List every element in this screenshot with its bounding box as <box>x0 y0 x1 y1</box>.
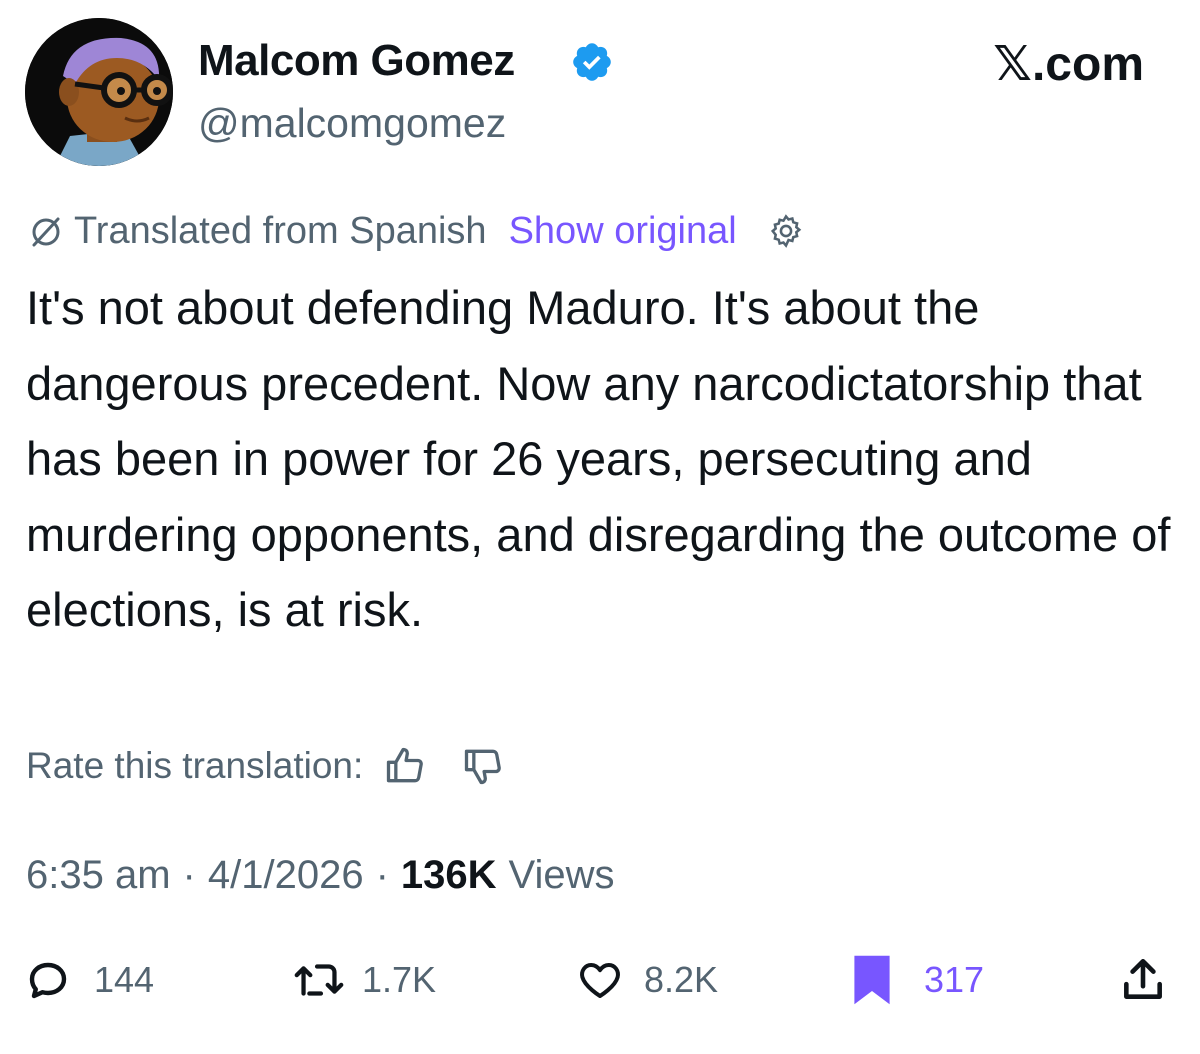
share-button[interactable] <box>1118 950 1168 1010</box>
gear-icon[interactable] <box>767 212 805 250</box>
tweet-time[interactable]: 6:35 am <box>26 853 171 898</box>
repost-count: 1.7K <box>362 959 437 1000</box>
repost-icon <box>294 964 344 996</box>
thumbs-up-icon[interactable] <box>383 744 427 788</box>
like-icon <box>580 963 620 998</box>
brand-watermark: 𝕏.com <box>993 38 1144 91</box>
translation-bar: Translated from Spanish Show original <box>26 206 805 256</box>
action-bar: 144 1.7K 8.2K 317 <box>0 950 1200 1010</box>
tweet-date[interactable]: 4/1/2026 <box>208 853 364 898</box>
author-name[interactable]: Malcom Gomez <box>198 36 515 86</box>
views-label: Views <box>508 852 615 897</box>
like-button[interactable]: 8.2K <box>574 950 718 1010</box>
meta-separator: · <box>182 852 196 897</box>
bookmark-count: 317 <box>924 959 985 1000</box>
thumbs-down-icon[interactable] <box>461 744 505 788</box>
translation-note: Translated from Spanish <box>74 209 487 252</box>
tweet-meta: 6:35 am · 4/1/2026 · 136K Views <box>26 850 615 900</box>
reply-button[interactable]: 144 <box>24 950 154 1010</box>
rate-translation-row: Rate this translation: <box>26 738 505 794</box>
meta-separator: · <box>375 852 389 897</box>
author-handle[interactable]: @malcomgomez <box>198 100 506 147</box>
reply-icon <box>29 962 67 999</box>
avatar-illustration <box>25 18 173 166</box>
like-count: 8.2K <box>644 959 719 1000</box>
verified-badge-icon <box>573 43 611 81</box>
views-count: 136K <box>400 852 497 897</box>
translate-icon <box>32 217 60 247</box>
repost-button[interactable]: 1.7K <box>290 950 436 1010</box>
rate-translation-label: Rate this translation: <box>26 745 364 786</box>
reply-count: 144 <box>94 959 155 1000</box>
bookmark-icon <box>854 955 890 1005</box>
share-icon <box>1124 958 1162 999</box>
bookmark-button[interactable]: 317 <box>850 950 984 1010</box>
tweet-text: It's not about defending Maduro. It's ab… <box>26 281 1171 636</box>
show-original-link[interactable]: Show original <box>509 210 737 253</box>
avatar[interactable] <box>25 18 173 166</box>
